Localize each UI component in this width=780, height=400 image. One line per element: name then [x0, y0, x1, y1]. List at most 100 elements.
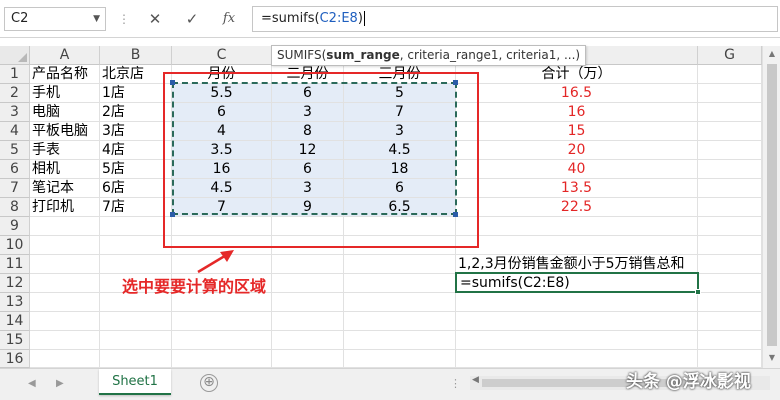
column-header-g[interactable]: G	[698, 46, 762, 65]
cell-f13[interactable]	[456, 293, 698, 312]
table-cell-f[interactable]: 13.5	[456, 179, 698, 198]
row-header-12[interactable]: 12	[0, 274, 30, 293]
cell-b9[interactable]	[100, 217, 172, 236]
selection-handle[interactable]	[453, 80, 458, 85]
cell-b16[interactable]	[100, 350, 172, 368]
cell-g9[interactable]	[698, 217, 762, 236]
header-cell-f[interactable]: 合计（万）	[456, 65, 698, 84]
table-cell-a[interactable]: 手表	[30, 141, 100, 160]
cell-a11[interactable]	[30, 255, 100, 274]
cell-g6[interactable]	[698, 160, 762, 179]
cell-e13[interactable]	[344, 293, 456, 312]
table-cell-a[interactable]: 手机	[30, 84, 100, 103]
column-header-a[interactable]: A	[30, 46, 100, 65]
cell-g8[interactable]	[698, 198, 762, 217]
tooltip-sum-range[interactable]: sum_range	[326, 48, 399, 62]
cancel-icon[interactable]: ✕	[141, 8, 169, 30]
add-sheet-icon[interactable]: ⊕	[200, 374, 218, 392]
next-sheet-icon[interactable]: ▶	[56, 378, 64, 389]
cell-g13[interactable]	[698, 293, 762, 312]
cell-a16[interactable]	[30, 350, 100, 368]
cell-d16[interactable]	[272, 350, 344, 368]
cell-b11[interactable]	[100, 255, 172, 274]
cell-e12[interactable]	[344, 274, 456, 293]
cell-f16[interactable]	[456, 350, 698, 368]
row-header-11[interactable]: 11	[0, 255, 30, 274]
header-cell-b[interactable]: 北京店	[100, 65, 172, 84]
table-cell-b[interactable]: 5店	[100, 160, 172, 179]
table-cell-a[interactable]: 电脑	[30, 103, 100, 122]
cell-b15[interactable]	[100, 331, 172, 350]
cell-g12[interactable]	[698, 274, 762, 293]
cell-g16[interactable]	[698, 350, 762, 368]
table-cell-b[interactable]: 4店	[100, 141, 172, 160]
cell-c16[interactable]	[172, 350, 272, 368]
cell-d13[interactable]	[272, 293, 344, 312]
cell-f10[interactable]	[456, 236, 698, 255]
cell-a9[interactable]	[30, 217, 100, 236]
table-cell-a[interactable]: 相机	[30, 160, 100, 179]
cell-g4[interactable]	[698, 122, 762, 141]
row-header-13[interactable]: 13	[0, 293, 30, 312]
cell-g10[interactable]	[698, 236, 762, 255]
row-header-14[interactable]: 14	[0, 312, 30, 331]
cell-g5[interactable]	[698, 141, 762, 160]
cell-a15[interactable]	[30, 331, 100, 350]
cell-a13[interactable]	[30, 293, 100, 312]
selection-handle[interactable]	[170, 80, 175, 85]
vertical-scrollbar[interactable]: ▲ ▼	[762, 46, 780, 368]
row-header-8[interactable]: 8	[0, 198, 30, 217]
cell-a14[interactable]	[30, 312, 100, 331]
cell-g2[interactable]	[698, 84, 762, 103]
row-header-16[interactable]: 16	[0, 350, 30, 368]
row-header-2[interactable]: 2	[0, 84, 30, 103]
cell-e15[interactable]	[344, 331, 456, 350]
table-cell-a[interactable]: 平板电脑	[30, 122, 100, 141]
cell-d11[interactable]	[272, 255, 344, 274]
row-header-10[interactable]: 10	[0, 236, 30, 255]
cell-d15[interactable]	[272, 331, 344, 350]
table-cell-f[interactable]: 20	[456, 141, 698, 160]
cell-d12[interactable]	[272, 274, 344, 293]
tab-sheet1[interactable]: Sheet1	[99, 369, 171, 395]
table-cell-f[interactable]: 16	[456, 103, 698, 122]
cell-g7[interactable]	[698, 179, 762, 198]
row-header-3[interactable]: 3	[0, 103, 30, 122]
cell-c14[interactable]	[172, 312, 272, 331]
cell-c15[interactable]	[172, 331, 272, 350]
cell-g14[interactable]	[698, 312, 762, 331]
selection-handle[interactable]	[453, 212, 458, 217]
scroll-left-icon[interactable]: ◀	[472, 375, 479, 385]
table-cell-a[interactable]: 笔记本	[30, 179, 100, 198]
chevron-down-icon[interactable]: ▼	[93, 8, 100, 30]
cell-e11[interactable]	[344, 255, 456, 274]
row-header-9[interactable]: 9	[0, 217, 30, 236]
scrollbar-thumb[interactable]	[767, 64, 777, 346]
row-header-5[interactable]: 5	[0, 141, 30, 160]
name-box[interactable]: C2 ▼	[4, 7, 106, 31]
table-cell-f[interactable]: 16.5	[456, 84, 698, 103]
table-cell-b[interactable]: 2店	[100, 103, 172, 122]
table-cell-f[interactable]: 22.5	[456, 198, 698, 217]
cell-f15[interactable]	[456, 331, 698, 350]
cell-f14[interactable]	[456, 312, 698, 331]
tab-splitter[interactable]: ⋮	[450, 377, 461, 390]
prev-sheet-icon[interactable]: ◀	[28, 378, 36, 389]
scroll-up-icon[interactable]: ▲	[763, 46, 780, 62]
table-cell-a[interactable]: 打印机	[30, 198, 100, 217]
check-icon[interactable]: ✓	[178, 8, 206, 30]
cell-g11[interactable]	[698, 255, 762, 274]
cell-g1[interactable]	[698, 65, 762, 84]
selection-handle[interactable]	[170, 212, 175, 217]
cell-b14[interactable]	[100, 312, 172, 331]
formula-input[interactable]: =sumifs(C2:E8)	[252, 6, 778, 32]
active-cell-f12[interactable]	[455, 272, 701, 295]
cell-e14[interactable]	[344, 312, 456, 331]
cell-b10[interactable]	[100, 236, 172, 255]
table-cell-b[interactable]: 1店	[100, 84, 172, 103]
row-header-15[interactable]: 15	[0, 331, 30, 350]
cell-d14[interactable]	[272, 312, 344, 331]
table-cell-b[interactable]: 6店	[100, 179, 172, 198]
fx-icon[interactable]: fx	[215, 8, 243, 30]
cell-e16[interactable]	[344, 350, 456, 368]
